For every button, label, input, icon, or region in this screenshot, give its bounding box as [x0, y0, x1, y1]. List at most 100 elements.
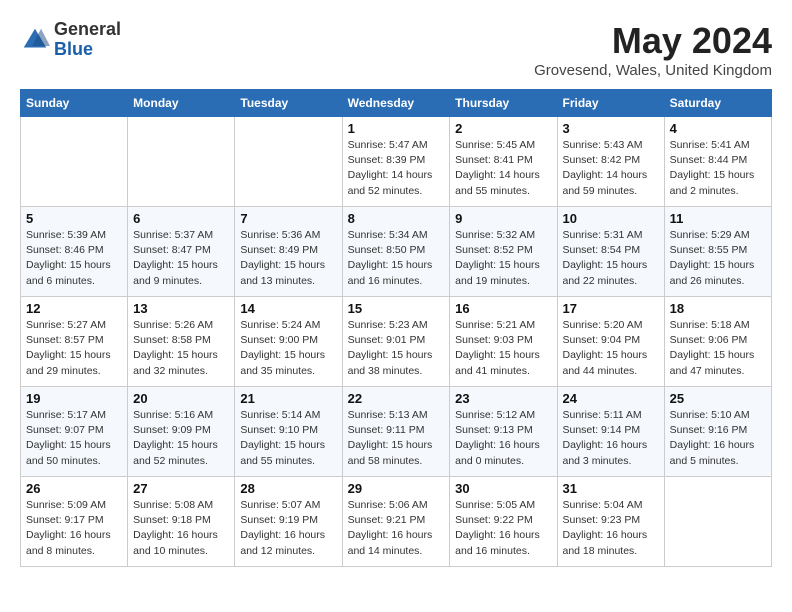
calendar-day-cell — [664, 477, 771, 567]
day-number: 24 — [563, 391, 659, 406]
day-info: Sunrise: 5:05 AM Sunset: 9:22 PM Dayligh… — [455, 498, 551, 559]
day-number: 6 — [133, 211, 229, 226]
weekday-header: Friday — [557, 90, 664, 117]
day-info: Sunrise: 5:17 AM Sunset: 9:07 PM Dayligh… — [26, 408, 122, 469]
logo-general-text: General — [54, 20, 121, 40]
day-info: Sunrise: 5:06 AM Sunset: 9:21 PM Dayligh… — [348, 498, 445, 559]
day-info: Sunrise: 5:13 AM Sunset: 9:11 PM Dayligh… — [348, 408, 445, 469]
calendar-week-row: 19 Sunrise: 5:17 AM Sunset: 9:07 PM Dayli… — [21, 387, 772, 477]
day-info: Sunrise: 5:09 AM Sunset: 9:17 PM Dayligh… — [26, 498, 122, 559]
day-info: Sunrise: 5:14 AM Sunset: 9:10 PM Dayligh… — [240, 408, 336, 469]
calendar-day-cell: 24 Sunrise: 5:11 AM Sunset: 9:14 PM Dayli… — [557, 387, 664, 477]
day-number: 13 — [133, 301, 229, 316]
day-number: 12 — [26, 301, 122, 316]
day-number: 14 — [240, 301, 336, 316]
day-number: 11 — [670, 211, 766, 226]
calendar-day-cell — [235, 117, 342, 207]
calendar-header-row: SundayMondayTuesdayWednesdayThursdayFrid… — [21, 90, 772, 117]
day-info: Sunrise: 5:43 AM Sunset: 8:42 PM Dayligh… — [563, 138, 659, 199]
day-info: Sunrise: 5:20 AM Sunset: 9:04 PM Dayligh… — [563, 318, 659, 379]
day-number: 31 — [563, 481, 659, 496]
day-info: Sunrise: 5:47 AM Sunset: 8:39 PM Dayligh… — [348, 138, 445, 199]
location: Grovesend, Wales, United Kingdom — [534, 62, 772, 79]
day-number: 21 — [240, 391, 336, 406]
day-number: 23 — [455, 391, 551, 406]
calendar-table: SundayMondayTuesdayWednesdayThursdayFrid… — [20, 89, 772, 567]
day-number: 5 — [26, 211, 122, 226]
calendar-day-cell: 22Sunrise: 5:13 AM Sunset: 9:11 PM Dayli… — [342, 387, 450, 477]
day-number: 4 — [670, 121, 766, 136]
weekday-header: Tuesday — [235, 90, 342, 117]
day-info: Sunrise: 5:31 AM Sunset: 8:54 PM Dayligh… — [563, 228, 659, 289]
day-info: Sunrise: 5:23 AM Sunset: 9:01 PM Dayligh… — [348, 318, 445, 379]
calendar-day-cell: 4Sunrise: 5:41 AM Sunset: 8:44 PM Daylig… — [664, 117, 771, 207]
weekday-header: Saturday — [664, 90, 771, 117]
calendar-day-cell: 8 Sunrise: 5:34 AM Sunset: 8:50 PM Daylig… — [342, 207, 450, 297]
day-number: 26 — [26, 481, 122, 496]
calendar-day-cell: 21 Sunrise: 5:14 AM Sunset: 9:10 PM Dayli… — [235, 387, 342, 477]
calendar-day-cell: 31 Sunrise: 5:04 AM Sunset: 9:23 PM Dayli… — [557, 477, 664, 567]
day-info: Sunrise: 5:27 AM Sunset: 8:57 PM Dayligh… — [26, 318, 122, 379]
day-info: Sunrise: 5:11 AM Sunset: 9:14 PM Dayligh… — [563, 408, 659, 469]
logo: General Blue — [20, 20, 121, 60]
calendar-day-cell: 17Sunrise: 5:20 AM Sunset: 9:04 PM Dayli… — [557, 297, 664, 387]
calendar-week-row: 1 Sunrise: 5:47 AM Sunset: 8:39 PM Daylig… — [21, 117, 772, 207]
calendar-day-cell: 29 Sunrise: 5:06 AM Sunset: 9:21 PM Dayli… — [342, 477, 450, 567]
weekday-header: Monday — [128, 90, 235, 117]
day-info: Sunrise: 5:34 AM Sunset: 8:50 PM Dayligh… — [348, 228, 445, 289]
day-number: 25 — [670, 391, 766, 406]
day-info: Sunrise: 5:39 AM Sunset: 8:46 PM Dayligh… — [26, 228, 122, 289]
day-number: 7 — [240, 211, 336, 226]
day-info: Sunrise: 5:04 AM Sunset: 9:23 PM Dayligh… — [563, 498, 659, 559]
calendar-day-cell: 9Sunrise: 5:32 AM Sunset: 8:52 PM Daylig… — [450, 207, 557, 297]
day-number: 3 — [563, 121, 659, 136]
day-number: 2 — [455, 121, 551, 136]
weekday-header: Sunday — [21, 90, 128, 117]
day-number: 28 — [240, 481, 336, 496]
day-number: 20 — [133, 391, 229, 406]
calendar-day-cell: 10 Sunrise: 5:31 AM Sunset: 8:54 PM Dayli… — [557, 207, 664, 297]
calendar-day-cell: 26 Sunrise: 5:09 AM Sunset: 9:17 PM Dayli… — [21, 477, 128, 567]
calendar-day-cell: 30 Sunrise: 5:05 AM Sunset: 9:22 PM Dayli… — [450, 477, 557, 567]
logo-icon — [20, 25, 50, 55]
day-info: Sunrise: 5:36 AM Sunset: 8:49 PM Dayligh… — [240, 228, 336, 289]
logo-blue-text: Blue — [54, 40, 121, 60]
day-info: Sunrise: 5:08 AM Sunset: 9:18 PM Dayligh… — [133, 498, 229, 559]
day-info: Sunrise: 5:10 AM Sunset: 9:16 PM Dayligh… — [670, 408, 766, 469]
calendar-day-cell: 27 Sunrise: 5:08 AM Sunset: 9:18 PM Dayli… — [128, 477, 235, 567]
calendar-week-row: 5 Sunrise: 5:39 AM Sunset: 8:46 PM Daylig… — [21, 207, 772, 297]
day-number: 8 — [348, 211, 445, 226]
day-info: Sunrise: 5:21 AM Sunset: 9:03 PM Dayligh… — [455, 318, 551, 379]
day-number: 18 — [670, 301, 766, 316]
day-info: Sunrise: 5:37 AM Sunset: 8:47 PM Dayligh… — [133, 228, 229, 289]
day-number: 1 — [348, 121, 445, 136]
page-header: General Blue May 2024 Grovesend, Wales, … — [20, 20, 772, 79]
calendar-day-cell: 13 Sunrise: 5:26 AM Sunset: 8:58 PM Dayli… — [128, 297, 235, 387]
day-info: Sunrise: 5:18 AM Sunset: 9:06 PM Dayligh… — [670, 318, 766, 379]
month-title: May 2024 — [534, 20, 772, 62]
day-info: Sunrise: 5:26 AM Sunset: 8:58 PM Dayligh… — [133, 318, 229, 379]
calendar-day-cell: 11 Sunrise: 5:29 AM Sunset: 8:55 PM Dayli… — [664, 207, 771, 297]
calendar-day-cell — [128, 117, 235, 207]
calendar-day-cell: 19 Sunrise: 5:17 AM Sunset: 9:07 PM Dayli… — [21, 387, 128, 477]
calendar-day-cell: 18 Sunrise: 5:18 AM Sunset: 9:06 PM Dayli… — [664, 297, 771, 387]
day-info: Sunrise: 5:29 AM Sunset: 8:55 PM Dayligh… — [670, 228, 766, 289]
title-area: May 2024 Grovesend, Wales, United Kingdo… — [534, 20, 772, 79]
day-number: 27 — [133, 481, 229, 496]
weekday-header: Wednesday — [342, 90, 450, 117]
calendar-day-cell: 28Sunrise: 5:07 AM Sunset: 9:19 PM Dayli… — [235, 477, 342, 567]
day-number: 19 — [26, 391, 122, 406]
calendar-day-cell: 2 Sunrise: 5:45 AM Sunset: 8:41 PM Daylig… — [450, 117, 557, 207]
weekday-header: Thursday — [450, 90, 557, 117]
day-number: 29 — [348, 481, 445, 496]
calendar-day-cell: 14Sunrise: 5:24 AM Sunset: 9:00 PM Dayli… — [235, 297, 342, 387]
calendar-day-cell: 5 Sunrise: 5:39 AM Sunset: 8:46 PM Daylig… — [21, 207, 128, 297]
calendar-day-cell: 15 Sunrise: 5:23 AM Sunset: 9:01 PM Dayli… — [342, 297, 450, 387]
day-number: 10 — [563, 211, 659, 226]
calendar-day-cell: 7 Sunrise: 5:36 AM Sunset: 8:49 PM Daylig… — [235, 207, 342, 297]
day-info: Sunrise: 5:16 AM Sunset: 9:09 PM Dayligh… — [133, 408, 229, 469]
day-number: 15 — [348, 301, 445, 316]
calendar-week-row: 12 Sunrise: 5:27 AM Sunset: 8:57 PM Dayli… — [21, 297, 772, 387]
day-info: Sunrise: 5:45 AM Sunset: 8:41 PM Dayligh… — [455, 138, 551, 199]
day-number: 30 — [455, 481, 551, 496]
